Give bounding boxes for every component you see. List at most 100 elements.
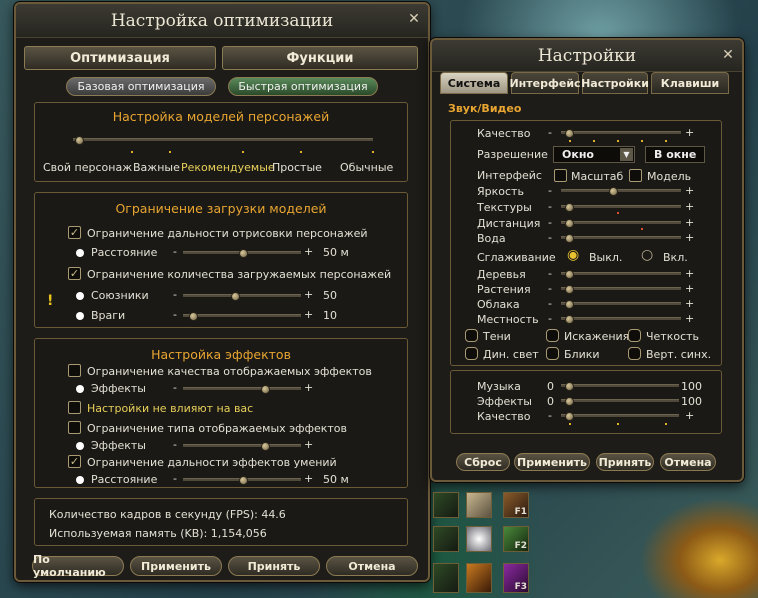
glare-checkbox[interactable] [546, 347, 559, 360]
minus-icon[interactable]: - [548, 216, 552, 229]
fast-optimization-button[interactable]: Быстрая оптимизация [228, 77, 378, 96]
apply-button[interactable]: Применить [514, 453, 590, 471]
slider-knob[interactable] [565, 234, 574, 243]
plus-icon[interactable]: + [685, 312, 694, 325]
slider-knob[interactable] [565, 270, 574, 279]
effects-type-slider[interactable] [183, 442, 301, 451]
tab-optimization[interactable]: Оптимизация [24, 46, 216, 70]
radio-selected-icon[interactable]: ◉ [567, 247, 579, 263]
slider-knob[interactable] [189, 312, 198, 321]
tab-settings[interactable]: Настройки [581, 72, 649, 94]
slider-knob[interactable] [565, 412, 574, 421]
plus-icon[interactable]: + [685, 409, 694, 422]
model-checkbox[interactable] [629, 169, 642, 182]
plus-icon[interactable]: + [685, 184, 694, 197]
ok-button[interactable]: Принять [228, 556, 320, 576]
slider-knob[interactable] [75, 136, 84, 145]
minus-icon[interactable]: - [548, 312, 552, 325]
terrain-slider[interactable] [561, 315, 681, 324]
chevron-down-icon[interactable]: ▼ [620, 148, 633, 161]
plus-icon[interactable]: + [304, 472, 313, 485]
vsync-checkbox[interactable] [628, 347, 641, 360]
slider-knob[interactable] [565, 397, 574, 406]
no-affect-checkbox[interactable] [68, 401, 81, 414]
minus-icon[interactable]: - [173, 381, 177, 394]
cancel-button[interactable]: Отмена [326, 556, 418, 576]
skill-slot[interactable] [466, 563, 492, 593]
plus-icon[interactable]: + [304, 381, 313, 394]
slider-knob[interactable] [565, 219, 574, 228]
plus-icon[interactable]: + [685, 126, 694, 139]
minus-icon[interactable]: - [548, 267, 552, 280]
plus-icon[interactable]: + [685, 231, 694, 244]
tab-keys[interactable]: Клавиши [651, 72, 729, 94]
cancel-button[interactable]: Отмена [660, 453, 716, 471]
load-count-checkbox[interactable]: ✓ [68, 267, 81, 280]
skill-slot[interactable] [466, 526, 492, 552]
resolution-value-field[interactable]: В окне [645, 146, 705, 163]
close-icon[interactable]: ✕ [720, 47, 736, 63]
plus-icon[interactable]: + [685, 282, 694, 295]
dyn-light-checkbox[interactable] [465, 347, 478, 360]
minus-icon[interactable]: - [173, 438, 177, 451]
minus-icon[interactable]: - [173, 288, 177, 301]
sharpness-checkbox[interactable] [628, 329, 641, 342]
clouds-slider[interactable] [561, 300, 681, 309]
models-slider[interactable] [73, 136, 373, 145]
slider-knob[interactable] [565, 300, 574, 309]
resolution-mode-select[interactable]: Окно ▼ [553, 146, 635, 163]
tab-interface[interactable]: Интерфейс [509, 72, 581, 94]
plus-icon[interactable]: + [304, 288, 313, 301]
plus-icon[interactable]: + [304, 438, 313, 451]
skill-slot[interactable] [433, 492, 459, 518]
default-button[interactable]: По умолчанию [32, 553, 124, 579]
music-slider[interactable] [561, 382, 679, 391]
minus-icon[interactable]: - [548, 282, 552, 295]
slider-knob[interactable] [231, 292, 240, 301]
slider-knob[interactable] [239, 476, 248, 485]
slider-knob[interactable] [609, 187, 618, 196]
distortion-checkbox[interactable] [546, 329, 559, 342]
quality-slider[interactable] [561, 129, 681, 138]
plus-icon[interactable]: + [304, 308, 313, 321]
slider-knob[interactable] [565, 285, 574, 294]
skill-distance-slider[interactable] [183, 476, 301, 485]
skill-slot[interactable] [466, 492, 492, 518]
skill-slot[interactable]: F1 [503, 492, 529, 518]
sound-quality-slider[interactable] [561, 412, 679, 421]
draw-distance-checkbox[interactable]: ✓ [68, 226, 81, 239]
effects-volume-slider[interactable] [561, 397, 679, 406]
skill-slot[interactable] [433, 526, 459, 552]
apply-button[interactable]: Применить [130, 556, 222, 576]
plus-icon[interactable]: + [685, 200, 694, 213]
plus-icon[interactable]: + [685, 267, 694, 280]
tab-functions[interactable]: Функции [222, 46, 418, 70]
plus-icon[interactable]: + [304, 245, 313, 258]
slider-knob[interactable] [261, 442, 270, 451]
textures-slider[interactable] [561, 203, 681, 212]
effects-quality-checkbox[interactable] [68, 364, 81, 377]
minus-icon[interactable]: - [548, 297, 552, 310]
tab-system[interactable]: Система [440, 72, 508, 94]
effects-slider[interactable] [183, 385, 301, 394]
slider-knob[interactable] [565, 129, 574, 138]
slider-knob[interactable] [565, 315, 574, 324]
slider-knob[interactable] [261, 385, 270, 394]
ok-button[interactable]: Принять [596, 453, 654, 471]
minus-icon[interactable]: - [173, 472, 177, 485]
enemies-slider[interactable] [183, 312, 301, 321]
skill-slot[interactable]: F2 [503, 526, 529, 552]
minus-icon[interactable]: - [548, 409, 552, 422]
water-slider[interactable] [561, 234, 681, 243]
slider-knob[interactable] [239, 249, 248, 258]
minus-icon[interactable]: - [548, 126, 552, 139]
scale-checkbox[interactable] [554, 169, 567, 182]
radio-icon[interactable]: ○ [641, 247, 653, 263]
trees-slider[interactable] [561, 270, 681, 279]
slider-knob[interactable] [565, 382, 574, 391]
skill-distance-checkbox[interactable]: ✓ [68, 455, 81, 468]
distance-slider[interactable] [183, 249, 301, 258]
allies-slider[interactable] [183, 292, 301, 301]
brightness-slider[interactable] [561, 187, 681, 196]
plus-icon[interactable]: + [685, 297, 694, 310]
